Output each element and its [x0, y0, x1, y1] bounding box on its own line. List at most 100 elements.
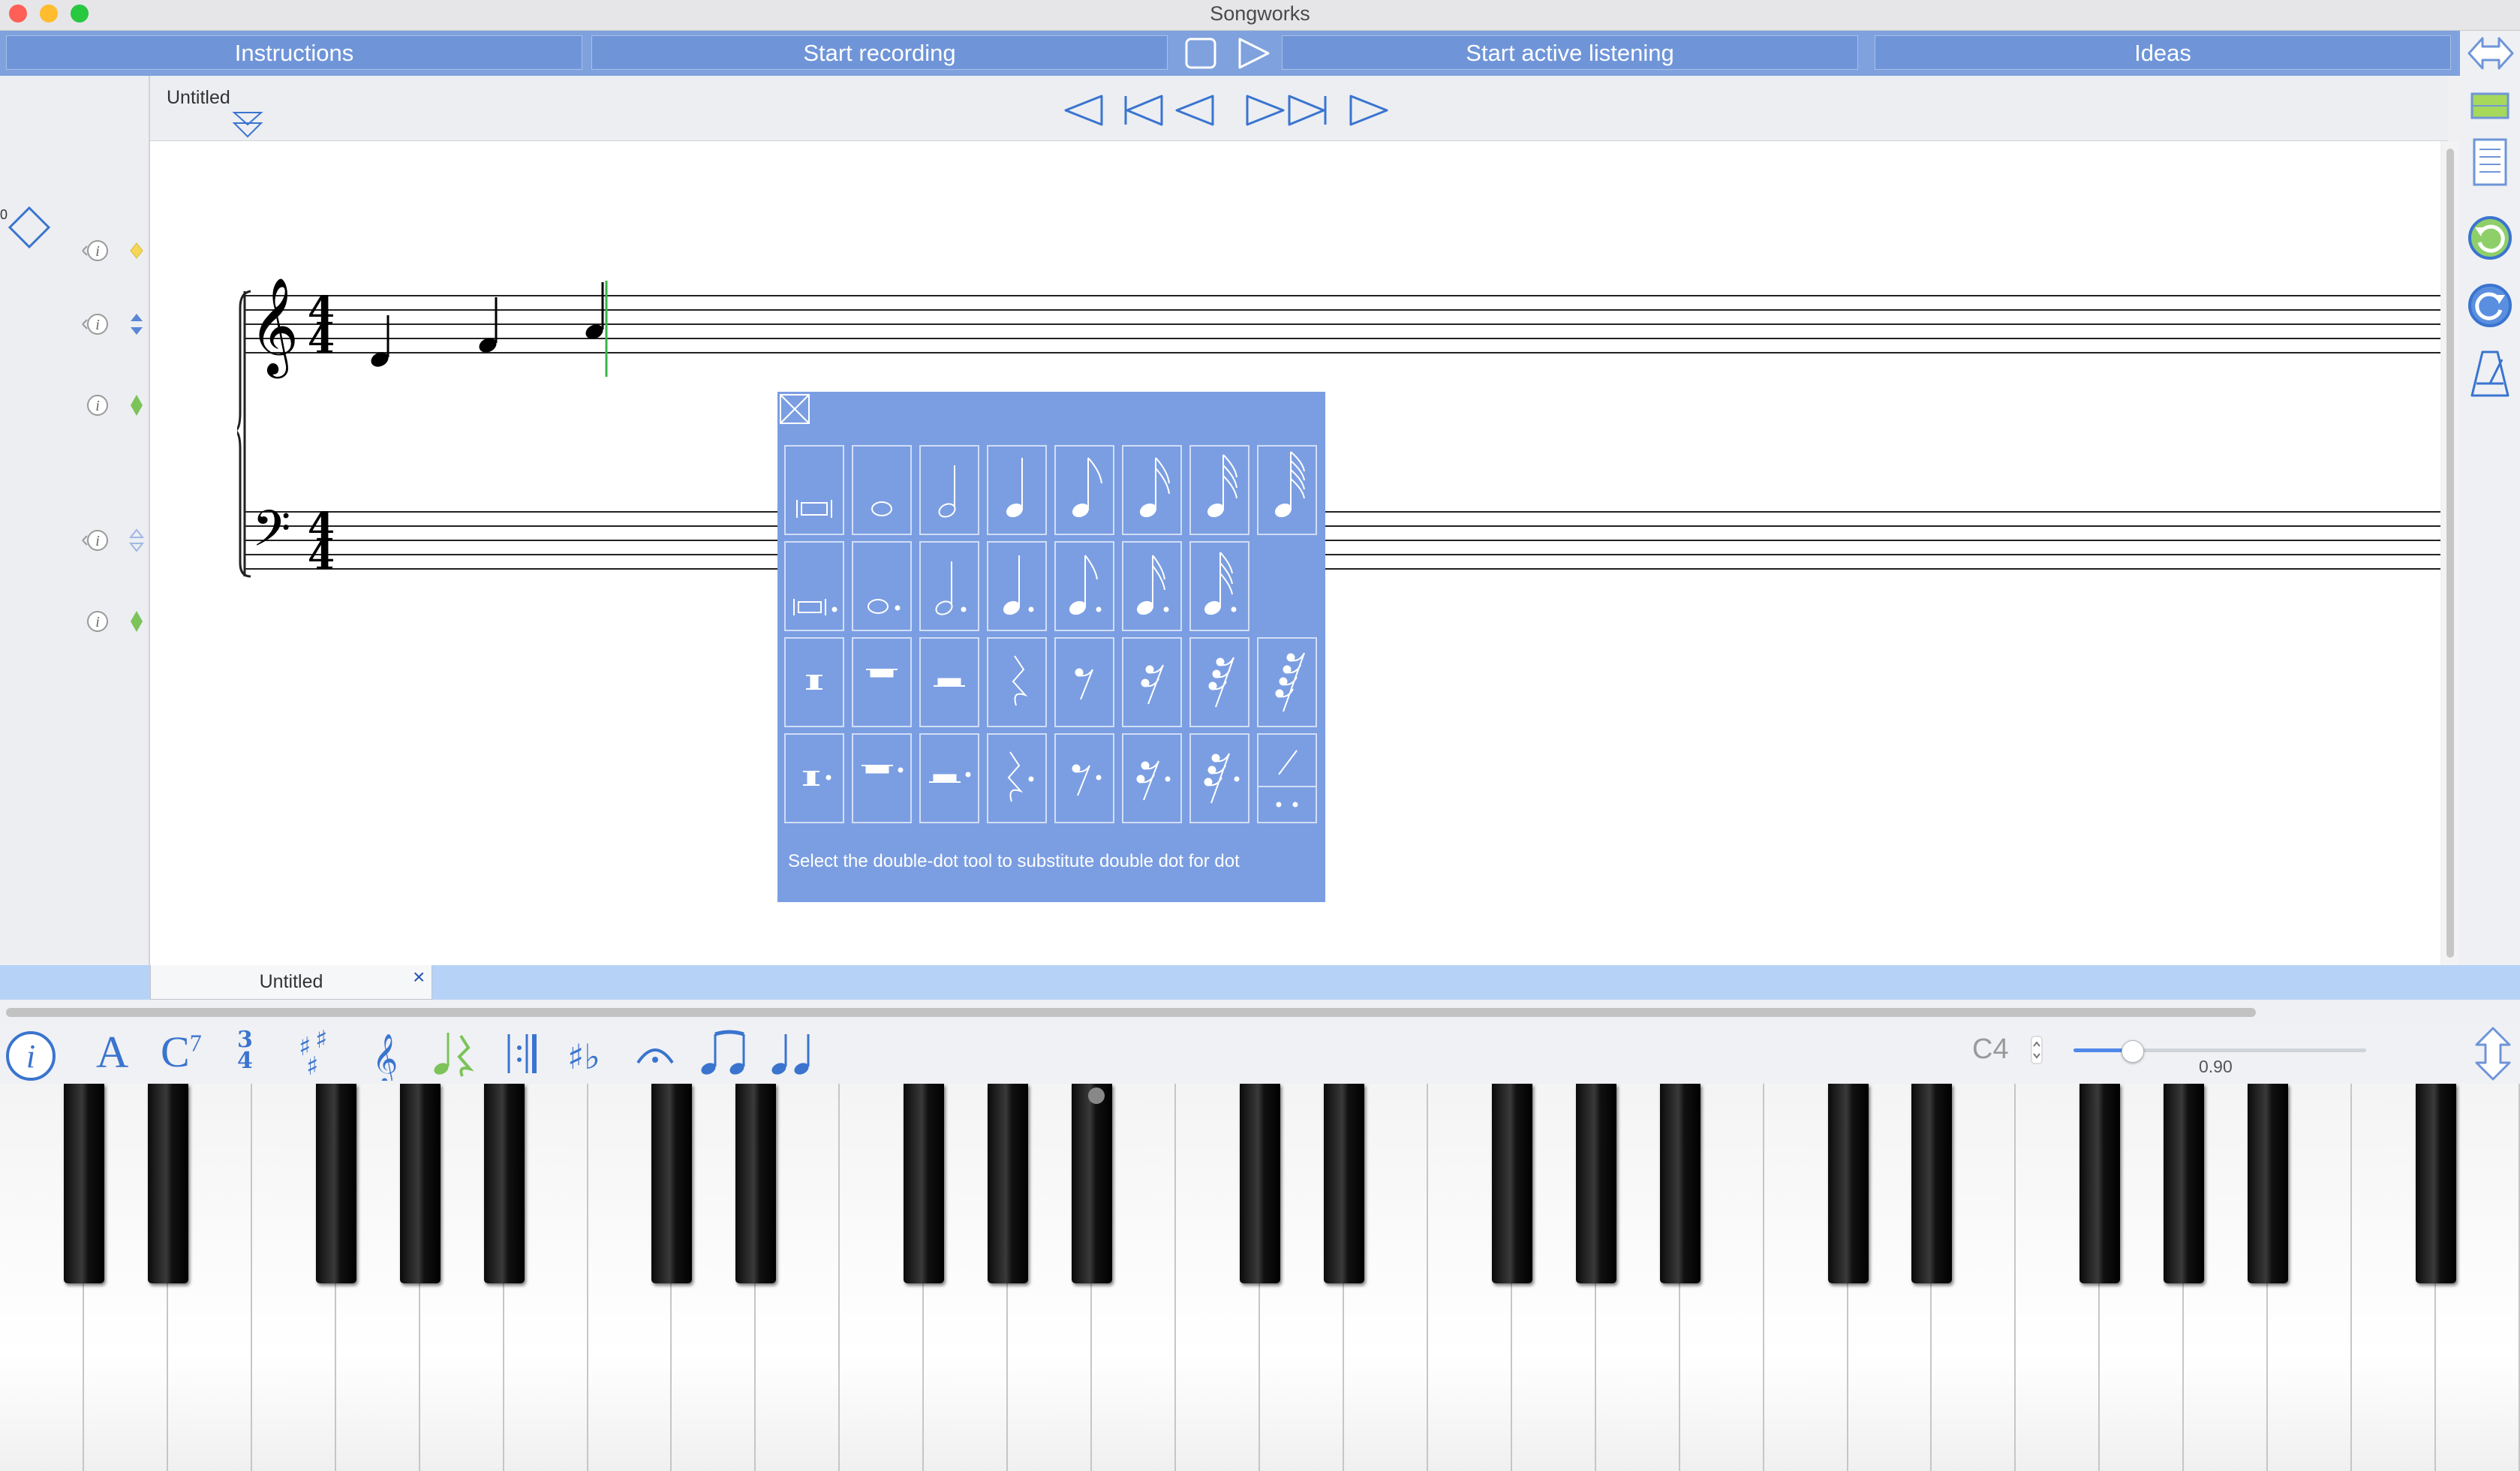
diamond-marker-icon[interactable]	[8, 206, 51, 249]
pitch-stepper[interactable]	[2031, 1036, 2043, 1064]
black-key[interactable]	[399, 1084, 441, 1283]
chord-icon[interactable]: C7	[161, 1027, 202, 1077]
black-key[interactable]	[2164, 1084, 2205, 1283]
horizontal-scrollbar-thumb[interactable]	[6, 1008, 2256, 1017]
breve-rest-tool[interactable]	[784, 637, 844, 727]
black-key[interactable]	[1659, 1084, 1701, 1283]
black-key[interactable]	[904, 1084, 945, 1283]
start-active-listening-button[interactable]: Start active listening	[1282, 35, 1858, 70]
quarter-note-tool[interactable]	[987, 445, 1047, 535]
voice-info-row-3[interactable]: i	[80, 392, 152, 419]
thirty-second-note-tool[interactable]	[1189, 445, 1249, 535]
eighth-rest-tool[interactable]	[1054, 637, 1114, 727]
vertical-scrollbar[interactable]	[2442, 141, 2458, 965]
black-key[interactable]	[63, 1084, 104, 1283]
black-key[interactable]	[1240, 1084, 1280, 1283]
black-key[interactable]	[315, 1084, 356, 1283]
tie-icon[interactable]	[768, 1028, 815, 1078]
fermata-icon[interactable]	[635, 1037, 675, 1067]
dotted-whole-note-tool[interactable]	[852, 541, 912, 631]
text-icon[interactable]: A	[96, 1027, 128, 1078]
black-key[interactable]	[1323, 1084, 1364, 1283]
ruler-icon[interactable]	[2470, 92, 2509, 119]
expand-horizontal-icon[interactable]	[2466, 35, 2515, 71]
sixteenth-rest-tool[interactable]	[1122, 637, 1182, 727]
time-signature-icon[interactable]: 34	[237, 1029, 253, 1072]
dotted-thirty-second-rest-tool[interactable]	[1189, 733, 1249, 823]
clef-icon[interactable]: 𝄞	[369, 1028, 402, 1081]
breve-tool[interactable]	[784, 445, 844, 535]
half-note-tool[interactable]	[919, 445, 979, 535]
thirty-second-rest-tool[interactable]	[1189, 637, 1249, 727]
black-key[interactable]	[2248, 1084, 2289, 1283]
black-key[interactable]	[1827, 1084, 1869, 1283]
grand-staff[interactable]: 𝄞 𝄢 4 4 4 4	[237, 278, 2440, 585]
dotted-breve-tool[interactable]	[784, 541, 844, 631]
voice-info-row-2[interactable]: i	[80, 311, 152, 338]
redo-icon[interactable]	[2467, 283, 2512, 328]
voice-info-row-1[interactable]: i	[80, 237, 152, 264]
double-dot-tool[interactable]	[1257, 733, 1317, 823]
sixty-fourth-note-tool[interactable]	[1257, 445, 1317, 535]
expand-vertical-icon[interactable]	[2472, 1025, 2514, 1082]
dotted-half-rest-tool[interactable]	[919, 733, 979, 823]
next-icon[interactable]	[1349, 95, 1388, 126]
dotted-quarter-note-tool[interactable]	[987, 541, 1047, 631]
black-key[interactable]	[651, 1084, 693, 1283]
page-view-icon[interactable]	[2472, 137, 2508, 187]
dotted-eighth-rest-tool[interactable]	[1054, 733, 1114, 823]
sixty-fourth-rest-tool[interactable]	[1257, 637, 1317, 727]
quarter-rest-tool[interactable]	[987, 637, 1047, 727]
black-key[interactable]	[1911, 1084, 1953, 1283]
dotted-whole-rest-tool[interactable]	[852, 733, 912, 823]
black-key[interactable]	[735, 1084, 777, 1283]
beam-icon[interactable]	[698, 1028, 750, 1078]
document-title[interactable]: Untitled	[167, 87, 230, 109]
black-key[interactable]	[1072, 1084, 1113, 1283]
stop-button[interactable]	[1184, 37, 1217, 69]
previous-icon[interactable]	[1064, 95, 1103, 126]
dotted-half-note-tool[interactable]	[919, 541, 979, 631]
half-rest-tool[interactable]	[919, 637, 979, 727]
tab-label[interactable]: Untitled	[150, 971, 432, 993]
eighth-note-tool[interactable]	[1054, 445, 1114, 535]
ideas-button[interactable]: Ideas	[1875, 35, 2451, 70]
black-key[interactable]	[1575, 1084, 1616, 1283]
black-key[interactable]	[1491, 1084, 1532, 1283]
instructions-button[interactable]: Instructions	[6, 35, 582, 70]
voice-info-row-4[interactable]: i	[80, 527, 152, 554]
horizontal-scrollbar[interactable]	[0, 1000, 2520, 1025]
vertical-scrollbar-thumb[interactable]	[2446, 149, 2454, 958]
black-key[interactable]	[2079, 1084, 2121, 1283]
black-key[interactable]	[483, 1084, 525, 1283]
tempo-slider-knob[interactable]	[2122, 1040, 2144, 1063]
tab-close-button[interactable]: ×	[413, 965, 425, 989]
info-icon[interactable]: i	[5, 1030, 57, 1082]
go-to-end-icon[interactable]	[1246, 95, 1327, 126]
close-icon[interactable]	[777, 392, 812, 426]
start-recording-button[interactable]: Start recording	[591, 35, 1168, 70]
whole-rest-tool[interactable]	[852, 637, 912, 727]
accidental-icon[interactable]: ♯♭	[567, 1030, 612, 1079]
play-button[interactable]	[1237, 37, 1271, 69]
key-signature-icon[interactable]: ♯ ♯ ♯	[297, 1030, 336, 1079]
dotted-sixteenth-rest-tool[interactable]	[1122, 733, 1182, 823]
black-key[interactable]	[2416, 1084, 2457, 1283]
dotted-thirty-second-note-tool[interactable]	[1189, 541, 1249, 631]
dotted-eighth-note-tool[interactable]	[1054, 541, 1114, 631]
dotted-breve-rest-tool[interactable]	[784, 733, 844, 823]
dotted-quarter-rest-tool[interactable]	[987, 733, 1047, 823]
dotted-sixteenth-note-tool[interactable]	[1122, 541, 1182, 631]
piano-keyboard[interactable]	[0, 1084, 2520, 1471]
undo-icon[interactable]	[2467, 215, 2512, 260]
black-key[interactable]	[147, 1084, 188, 1283]
voice-info-row-5[interactable]: i	[80, 608, 152, 635]
sixteenth-note-tool[interactable]	[1122, 445, 1182, 535]
black-key[interactable]	[988, 1084, 1029, 1283]
barline-icon[interactable]	[503, 1031, 542, 1076]
go-to-start-icon[interactable]	[1124, 95, 1214, 126]
metronome-icon[interactable]	[2469, 349, 2511, 399]
whole-note-tool[interactable]	[852, 445, 912, 535]
note-rest-icon[interactable]	[431, 1028, 479, 1078]
insertion-point-icon[interactable]	[231, 110, 264, 140]
